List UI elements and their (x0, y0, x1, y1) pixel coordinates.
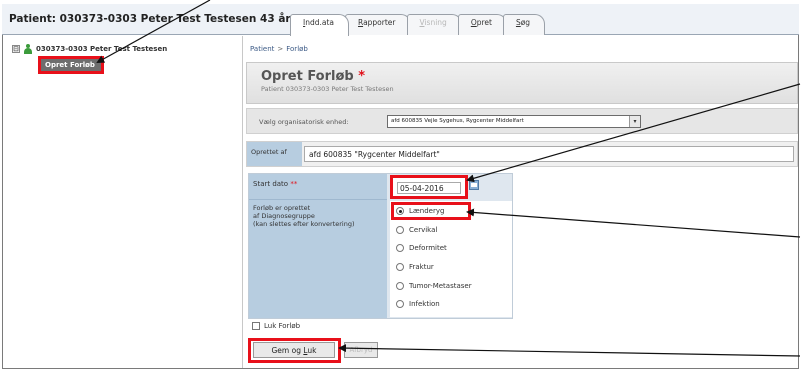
required-mark: * (358, 69, 366, 84)
patient-title: Patient: 030373-0303 Peter Test Testesen… (9, 13, 291, 25)
diagnosegruppe-label: Forløb er oprettet af Diagnosegruppe (ka… (249, 200, 387, 318)
oprettet-af-field: afd 600835 "Rygcenter Middelfart" (304, 146, 794, 162)
form-header: Opret Forløb * Patient 030373-0303 Peter… (246, 62, 798, 104)
oprettet-af-row: Oprettet af afd 600835 "Rygcenter Middel… (246, 141, 798, 167)
breadcrumb-separator: > (277, 45, 284, 53)
chevron-down-icon[interactable]: ▾ (629, 116, 640, 127)
luk-forlob-checkbox[interactable] (252, 322, 260, 330)
tab-rapporter[interactable]: Rapporter (345, 14, 411, 35)
tab-inddata[interactable]: Indd.ata (290, 14, 350, 36)
breadcrumb-forlob: Forløb (286, 45, 308, 53)
radio-cervikal[interactable]: Cervikal (396, 226, 437, 234)
patient-header: Patient: 030373-0303 Peter Test Testesen… (2, 4, 799, 36)
patient-tree: ⊟ 030373-0303 Peter Test Testesen Opret … (3, 36, 243, 368)
breadcrumb: Patient > Forløb (250, 45, 308, 53)
radio-icon[interactable] (396, 263, 404, 271)
radio-checked-icon[interactable] (396, 207, 404, 215)
radio-icon[interactable] (396, 244, 404, 252)
tab-bar: Indd.ata Rapporter Visning Opret Søg (290, 14, 546, 36)
person-icon (24, 44, 32, 54)
diagnosegruppe-radio-group: Lænderyg Cervikal Deformitet Fraktur Tum… (390, 201, 512, 317)
collapse-icon[interactable]: ⊟ (12, 45, 20, 53)
opret-forlob-button[interactable]: Opret Forløb (38, 56, 104, 74)
calendar-icon[interactable] (469, 180, 479, 190)
radio-laenderyg[interactable]: Lænderyg (396, 207, 444, 215)
radio-icon[interactable] (396, 226, 404, 234)
tree-patient-node[interactable]: ⊟ 030373-0303 Peter Test Testesen (12, 44, 167, 54)
main-content: Patient > Forløb Opret Forløb * Patient 03… (244, 36, 798, 368)
start-date-highlight: 05-04-2016 (390, 175, 468, 199)
radio-icon[interactable] (396, 300, 404, 308)
org-unit-row: Vælg organisatorisk enhed: afd 600835 Ve… (246, 108, 798, 134)
luk-forlob-row[interactable]: Luk Forløb (252, 322, 300, 330)
tree-patient-label: 030373-0303 Peter Test Testesen (36, 45, 168, 53)
org-unit-label: Vælg organisatorisk enhed: (259, 118, 349, 126)
labels-column: Start dato ** Forløb er oprettet af Diag… (249, 174, 387, 318)
luk-forlob-label: Luk Forløb (264, 322, 301, 330)
org-unit-select[interactable]: afd 600835 Vejle Sygehus, Rygcenter Midd… (387, 115, 641, 128)
gem-og-luk-button[interactable]: Gem og Luk (253, 342, 335, 358)
radio-tumor-metastaser[interactable]: Tumor-Metastaser (396, 282, 472, 290)
radio-deformitet[interactable]: Deformitet (396, 244, 447, 252)
breadcrumb-patient[interactable]: Patient (250, 45, 274, 53)
oprettet-af-label: Oprettet af (247, 142, 302, 166)
start-date-input[interactable]: 05-04-2016 (397, 182, 461, 194)
start-date-label: Start dato ** (249, 174, 387, 200)
forlob-form-body: Start dato ** Forløb er oprettet af Diag… (248, 173, 513, 319)
radio-infektion[interactable]: Infektion (396, 300, 440, 308)
tab-sog[interactable]: Søg (502, 14, 546, 35)
action-buttons: Gem og Luk Afbryd (248, 337, 378, 365)
tab-visning: Visning (406, 14, 462, 35)
tab-opret[interactable]: Opret (457, 14, 507, 35)
radio-icon[interactable] (396, 282, 404, 290)
afbryd-button[interactable]: Afbryd (344, 342, 378, 358)
page-title: Opret Forløb * (261, 69, 366, 84)
radio-fraktur[interactable]: Fraktur (396, 263, 434, 271)
form-subtitle: Patient 030373-0303 Peter Test Testesen (261, 85, 394, 93)
